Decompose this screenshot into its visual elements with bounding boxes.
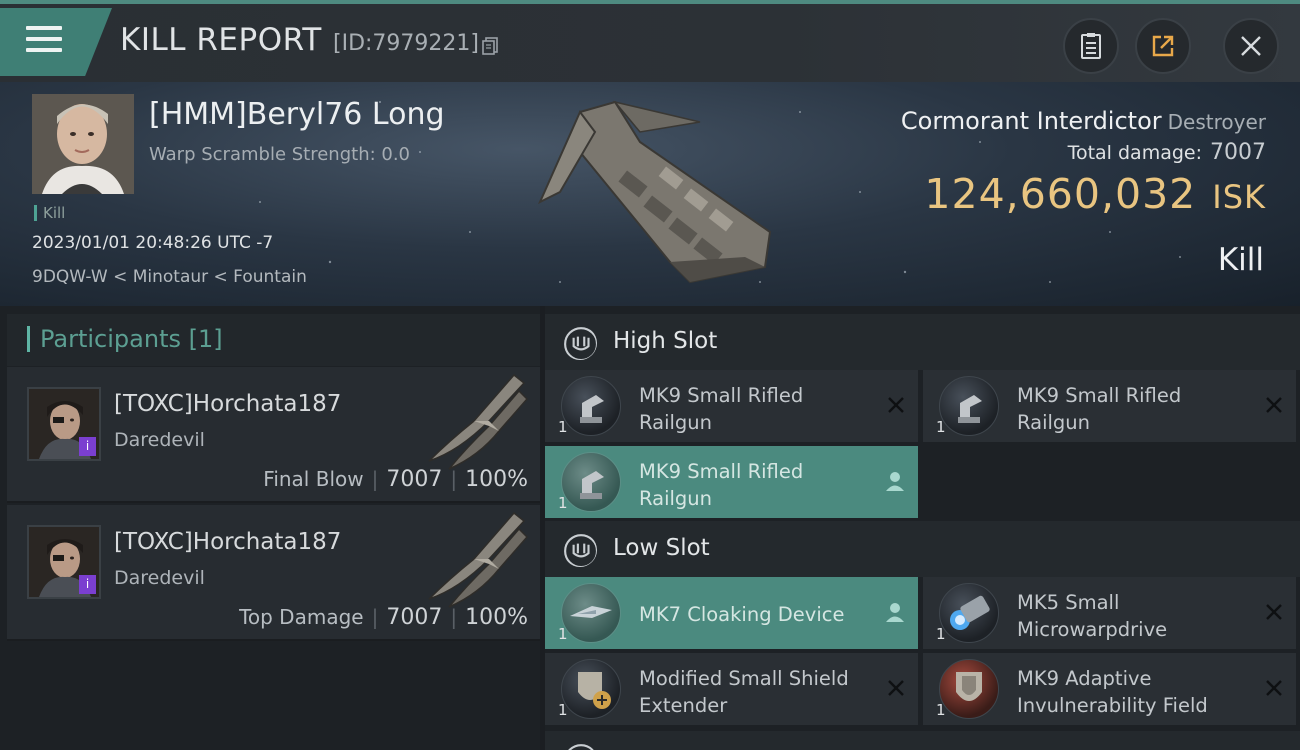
total-damage-label: Total damage: bbox=[1067, 142, 1202, 164]
remove-icon[interactable] bbox=[886, 678, 906, 698]
microwarpdrive-icon bbox=[939, 583, 999, 643]
module-name: MK9 Adaptive Invulnerability Field bbox=[1017, 667, 1208, 717]
close-icon bbox=[1241, 36, 1261, 56]
menu-button[interactable] bbox=[0, 8, 112, 76]
pilot-icon[interactable] bbox=[885, 601, 905, 623]
total-damage: Total damage: 7007 bbox=[1068, 140, 1266, 165]
module-quantity: 1 bbox=[936, 418, 946, 436]
share-icon bbox=[1152, 35, 1174, 57]
low-slot-header: Low Slot bbox=[545, 521, 1300, 577]
module-name: MK9 Small Rifled Railgun bbox=[639, 460, 804, 510]
module-name: MK5 Small Microwarpdrive bbox=[1017, 591, 1168, 641]
module-name: MK9 Small Rifled Railgun bbox=[639, 384, 804, 434]
module-item[interactable]: 1 MK9 Small Rifled Railgun bbox=[923, 370, 1296, 442]
module-quantity: 1 bbox=[936, 625, 946, 643]
participant-damage: 7007 bbox=[386, 605, 443, 630]
remove-icon[interactable] bbox=[1264, 602, 1284, 622]
module-name: MK9 Small Rifled Railgun bbox=[1017, 384, 1182, 434]
page-title: KILL REPORT bbox=[120, 22, 322, 58]
kill-result: Kill bbox=[1217, 242, 1264, 278]
participant-role: Final Blow bbox=[263, 467, 364, 491]
mid-slot-icon bbox=[568, 744, 594, 750]
participant-ship-image bbox=[428, 511, 529, 608]
kill-location[interactable]: 9DQW-W < Minotaur < Fountain bbox=[32, 267, 307, 287]
participant-stats: Final Blow | 7007 | 100% bbox=[263, 467, 528, 492]
isk-unit: ISK bbox=[1212, 178, 1266, 216]
clipboard-button[interactable] bbox=[1063, 18, 1119, 74]
pilot-icon[interactable] bbox=[885, 470, 905, 492]
ship-class: Destroyer bbox=[1167, 110, 1266, 134]
victim-panel: [HMM]Beryl76 Long Warp Scramble Strength… bbox=[0, 82, 1300, 306]
cloaking-device-icon bbox=[561, 583, 621, 643]
module-item[interactable]: 1 Modified Small Shield Extender bbox=[545, 653, 918, 725]
participant-row[interactable]: i [TOXC]Horchata187 Daredevil Final Blow… bbox=[7, 367, 540, 503]
module-item[interactable]: 1 MK9 Small Rifled Railgun bbox=[545, 370, 918, 442]
participant-role: Top Damage bbox=[239, 605, 364, 629]
kill-tag: Kill bbox=[34, 205, 65, 221]
clipboard-icon bbox=[1081, 33, 1101, 59]
module-item[interactable]: 1 MK5 Small Microwarpdrive bbox=[923, 577, 1296, 649]
participant-percent: 100% bbox=[465, 467, 528, 492]
isk-value: 124,660,032 ISK bbox=[924, 170, 1266, 218]
participant-avatar[interactable]: i bbox=[27, 387, 101, 461]
participant-damage: 7007 bbox=[386, 467, 443, 492]
participants-header: Participants [1] bbox=[7, 314, 540, 366]
invulnerability-field-icon bbox=[939, 659, 999, 719]
share-button[interactable] bbox=[1135, 18, 1191, 74]
participant-stats: Top Damage | 7007 | 100% bbox=[239, 605, 528, 630]
report-id: [ID:7979221] bbox=[333, 31, 479, 56]
low-slot-label: Low Slot bbox=[613, 535, 710, 561]
module-name: MK7 Cloaking Device bbox=[639, 603, 845, 626]
warp-scramble-strength: Warp Scramble Strength: 0.0 bbox=[149, 144, 411, 165]
participant-avatar[interactable]: i bbox=[27, 525, 101, 599]
remove-icon[interactable] bbox=[1264, 678, 1284, 698]
omega-badge-icon: i bbox=[79, 575, 96, 594]
participant-ship: Daredevil bbox=[114, 567, 205, 589]
top-accent-line bbox=[0, 0, 1300, 4]
victim-ship-type[interactable]: Cormorant Interdictor Destroyer bbox=[901, 107, 1266, 135]
victim-ship-image bbox=[537, 100, 772, 284]
copy-icon[interactable] bbox=[482, 37, 498, 55]
high-slot-header: High Slot bbox=[545, 314, 1300, 370]
participant-row[interactable]: i [TOXC]Horchata187 Daredevil Top Damage… bbox=[7, 505, 540, 641]
mid-slot-header bbox=[545, 731, 1300, 750]
railgun-icon bbox=[561, 376, 621, 436]
participant-ship: Daredevil bbox=[114, 429, 205, 451]
module-item[interactable]: 1 MK9 Small Rifled Railgun bbox=[545, 446, 918, 518]
victim-portrait[interactable] bbox=[32, 94, 134, 194]
low-slot-icon bbox=[564, 534, 597, 567]
railgun-icon bbox=[561, 452, 621, 512]
participant-name[interactable]: [TOXC]Horchata187 bbox=[114, 529, 341, 555]
module-quantity: 1 bbox=[558, 418, 568, 436]
kill-datetime: 2023/01/01 20:48:26 UTC -7 bbox=[32, 233, 274, 253]
module-quantity: 1 bbox=[558, 701, 568, 719]
participants-panel: Participants [1] i [TOXC]Horchata187 Dar… bbox=[0, 306, 540, 750]
module-quantity: 1 bbox=[558, 625, 568, 643]
participant-percent: 100% bbox=[465, 605, 528, 630]
isk-amount: 124,660,032 bbox=[924, 170, 1197, 218]
remove-icon[interactable] bbox=[1264, 395, 1284, 415]
top-bar: KILL REPORT [ID:7979221] bbox=[0, 0, 1300, 82]
total-damage-value: 7007 bbox=[1210, 140, 1266, 165]
participants-title: Participants [1] bbox=[27, 326, 223, 352]
module-item[interactable]: 1 MK7 Cloaking Device bbox=[545, 577, 918, 649]
participant-ship-image bbox=[428, 373, 529, 470]
fitting-panel: High Slot 1 MK9 Small Rifled Railgun 1 MK… bbox=[545, 306, 1300, 750]
module-item[interactable]: 1 MK9 Adaptive Invulnerability Field bbox=[923, 653, 1296, 725]
victim-name[interactable]: [HMM]Beryl76 Long bbox=[149, 97, 445, 132]
high-slot-label: High Slot bbox=[613, 328, 718, 354]
participants-count: [1] bbox=[188, 325, 223, 353]
remove-icon[interactable] bbox=[886, 395, 906, 415]
module-name: Modified Small Shield Extender bbox=[639, 667, 849, 717]
omega-badge-icon: i bbox=[79, 437, 96, 456]
ship-name: Cormorant Interdictor bbox=[900, 107, 1162, 135]
close-button[interactable] bbox=[1223, 18, 1279, 74]
railgun-icon bbox=[939, 376, 999, 436]
module-quantity: 1 bbox=[936, 701, 946, 719]
module-quantity: 1 bbox=[558, 494, 568, 512]
shield-extender-icon bbox=[561, 659, 621, 719]
high-slot-icon bbox=[564, 327, 597, 360]
participant-name[interactable]: [TOXC]Horchata187 bbox=[114, 391, 341, 417]
